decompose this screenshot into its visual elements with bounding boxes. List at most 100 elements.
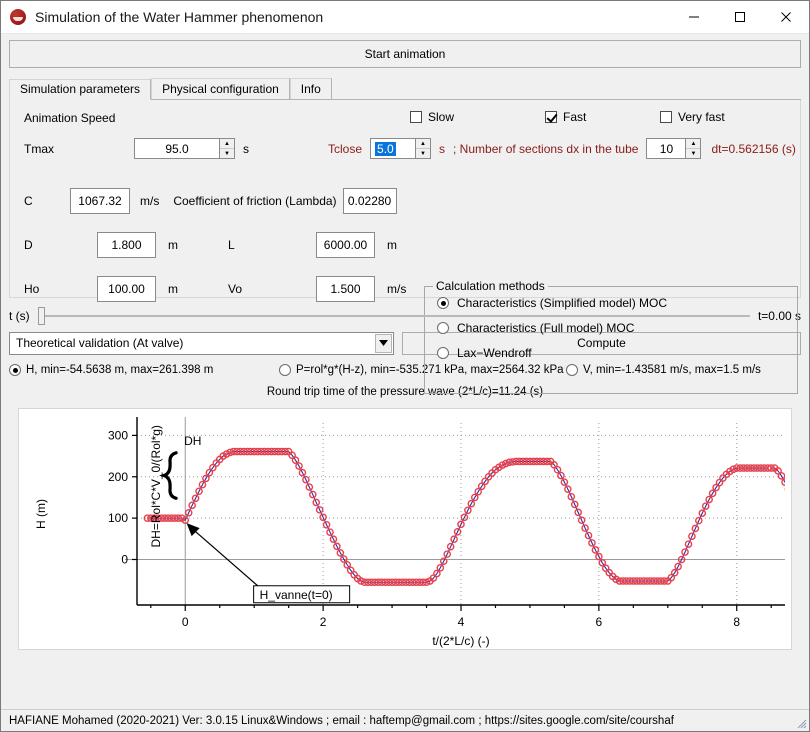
tclose-row: Tclose 5.0 ▲ ▼ s ; Number of sections dx … — [328, 138, 796, 159]
tclose-input[interactable]: 5.0 — [370, 138, 417, 159]
ho-label: Ho — [24, 282, 40, 296]
animation-speed-options: Slow Fast Very fast — [410, 110, 810, 124]
svg-text:2: 2 — [320, 615, 327, 629]
svg-text:0: 0 — [182, 615, 189, 629]
svg-text:8: 8 — [733, 615, 740, 629]
svg-text:0: 0 — [121, 553, 128, 567]
tclose-label: Tclose — [328, 141, 363, 156]
window-content: Start animation Simulation parameters Ph… — [1, 34, 809, 731]
d-unit: m — [168, 238, 178, 252]
fast-checkbox-box[interactable] — [545, 111, 557, 123]
app-icon — [10, 9, 26, 25]
status-bar: HAFIANE Mohamed (2020-2021) Ver: 3.0.15 … — [1, 709, 809, 731]
svg-text:t/(2*L/c) (-): t/(2*L/c) (-) — [432, 634, 489, 648]
svg-text:DH=Rol*C*V_0/(Rol*g): DH=Rol*C*V_0/(Rol*g) — [149, 425, 163, 547]
radio-method-lax-label: Lax−Wendroff — [457, 346, 532, 360]
chart-panel: 0 100 200 300 0 2 4 6 8 t/(2*L/c) (-) H (m) DH DH=Ro… — [18, 408, 792, 650]
svg-text:6: 6 — [596, 615, 603, 629]
lambda-input[interactable]: 0.02280 — [342, 188, 397, 214]
sections-input[interactable]: 10 — [646, 138, 687, 159]
maximize-icon[interactable] — [717, 1, 763, 33]
vo-label: Vo — [228, 282, 243, 296]
title-bar: Simulation of the Water Hammer phenomeno… — [1, 1, 809, 34]
radio-method-simplified-label: Characteristics (Simplified model) MOC — [457, 296, 668, 310]
svg-text:100: 100 — [108, 511, 128, 525]
c-row: C 1067.32 m/s Coefficient of friction (L… — [24, 188, 397, 214]
plot-select-dropdown[interactable]: Theoretical validation (At valve) — [9, 331, 394, 355]
calculation-methods-title: Calculation methods — [433, 279, 548, 293]
ho-input[interactable]: 100.00 — [97, 276, 156, 302]
tmax-unit: s — [243, 141, 249, 156]
calculation-methods-group: Calculation methods Characteristics (Sim… — [424, 279, 798, 394]
tab-simulation-parameters[interactable]: Simulation parameters — [9, 79, 152, 100]
c-label: C — [24, 194, 33, 208]
vo-unit: m/s — [387, 282, 407, 296]
svg-text:4: 4 — [458, 615, 465, 629]
radio-method-lax[interactable]: Lax−Wendroff — [437, 346, 797, 360]
tmax-stepper[interactable]: ▲ ▼ — [220, 138, 235, 159]
checkbox-fast-label: Fast — [563, 110, 587, 124]
footer-text: HAFIANE Mohamed (2020-2021) Ver: 3.0.15 … — [9, 714, 674, 727]
app-window: Simulation of the Water Hammer phenomeno… — [0, 0, 810, 732]
slow-checkbox-box[interactable] — [410, 111, 422, 123]
time-slider-label: t (s) — [9, 309, 30, 323]
svg-text:200: 200 — [108, 470, 128, 484]
window-title: Simulation of the Water Hammer phenomeno… — [35, 9, 324, 25]
time-slider[interactable] — [37, 307, 750, 325]
resize-grip-icon[interactable] — [795, 717, 807, 729]
tmax-row: Tmax 95.0 ▲ ▼ s — [24, 138, 249, 159]
l-label: L — [228, 238, 235, 252]
checkbox-very-fast[interactable]: Very fast — [660, 110, 725, 124]
water-hammer-chart: 0 100 200 300 0 2 4 6 8 t/(2*L/c) (-) H (m) DH DH=Ro… — [34, 417, 785, 648]
close-icon[interactable] — [763, 1, 809, 33]
simulation-parameters-panel: Animation Speed Slow Fast Very fast Tmax… — [9, 100, 801, 394]
svg-text:H (m): H (m) — [34, 499, 48, 529]
svg-text:DH: DH — [184, 434, 201, 448]
tab-strip: Simulation parameters Physical configura… — [9, 77, 801, 100]
tmax-input[interactable]: 95.0 — [134, 138, 220, 159]
simplified-radio-mark[interactable] — [437, 297, 449, 309]
tmax-label: Tmax — [24, 141, 54, 156]
ho-unit: m — [168, 282, 178, 296]
l-input[interactable]: 6000.00 — [316, 232, 375, 258]
svg-text:H_vanne(t=0): H_vanne(t=0) — [260, 588, 333, 602]
d-input[interactable]: 1.800 — [97, 232, 156, 258]
tclose-stepper[interactable]: ▲ ▼ — [416, 138, 432, 159]
checkbox-slow[interactable]: Slow — [410, 110, 545, 124]
checkbox-very-fast-label: Very fast — [678, 110, 725, 124]
variable-h-label: H, min=-54.5638 m, max=261.398 m — [26, 364, 214, 376]
minimize-icon[interactable] — [671, 1, 717, 33]
c-input[interactable]: 1067.32 — [70, 188, 130, 214]
l-unit: m — [387, 238, 397, 252]
lambda-label: Coefficient of friction (Lambda) — [173, 194, 337, 208]
d-l-row: D 1.800 m L 6000.00 m — [24, 232, 397, 258]
chevron-down-icon[interactable] — [375, 333, 392, 353]
tab-info[interactable]: Info — [289, 78, 332, 99]
radio-method-simplified[interactable]: Characteristics (Simplified model) MOC — [437, 296, 797, 310]
svg-text:300: 300 — [108, 428, 128, 442]
plot-select-value: Theoretical validation (At valve) — [16, 336, 184, 350]
radio-method-full-label: Characteristics (Full model) MOC — [457, 321, 635, 335]
tab-physical-configuration[interactable]: Physical configuration — [151, 78, 290, 99]
variable-v-radio-mark[interactable] — [566, 364, 578, 376]
radio-method-full[interactable]: Characteristics (Full model) MOC — [437, 321, 797, 335]
tclose-input-value: 5.0 — [375, 141, 396, 156]
checkbox-slow-label: Slow — [428, 110, 455, 124]
variable-p-radio-mark[interactable] — [279, 364, 291, 376]
sections-label: ; Number of sections dx in the tube — [453, 141, 639, 156]
ho-vo-row: Ho 100.00 m Vo 1.500 m/s — [24, 276, 406, 302]
start-animation-button[interactable]: Start animation — [9, 40, 801, 68]
animation-speed-label: Animation Speed — [24, 111, 116, 125]
very-fast-checkbox-box[interactable] — [660, 111, 672, 123]
d-label: D — [24, 238, 33, 252]
time-slider-thumb[interactable] — [37, 307, 45, 325]
tclose-unit: s — [439, 141, 446, 156]
variable-h-radio-mark[interactable] — [9, 364, 21, 376]
window-controls — [671, 1, 809, 33]
dt-label: dt=0.562156 (s) — [711, 141, 796, 156]
sections-stepper[interactable]: ▲ ▼ — [686, 138, 702, 159]
full-radio-mark[interactable] — [437, 322, 449, 334]
vo-input[interactable]: 1.500 — [316, 276, 375, 302]
lax-radio-mark[interactable] — [437, 347, 449, 359]
checkbox-fast[interactable]: Fast — [545, 110, 660, 124]
